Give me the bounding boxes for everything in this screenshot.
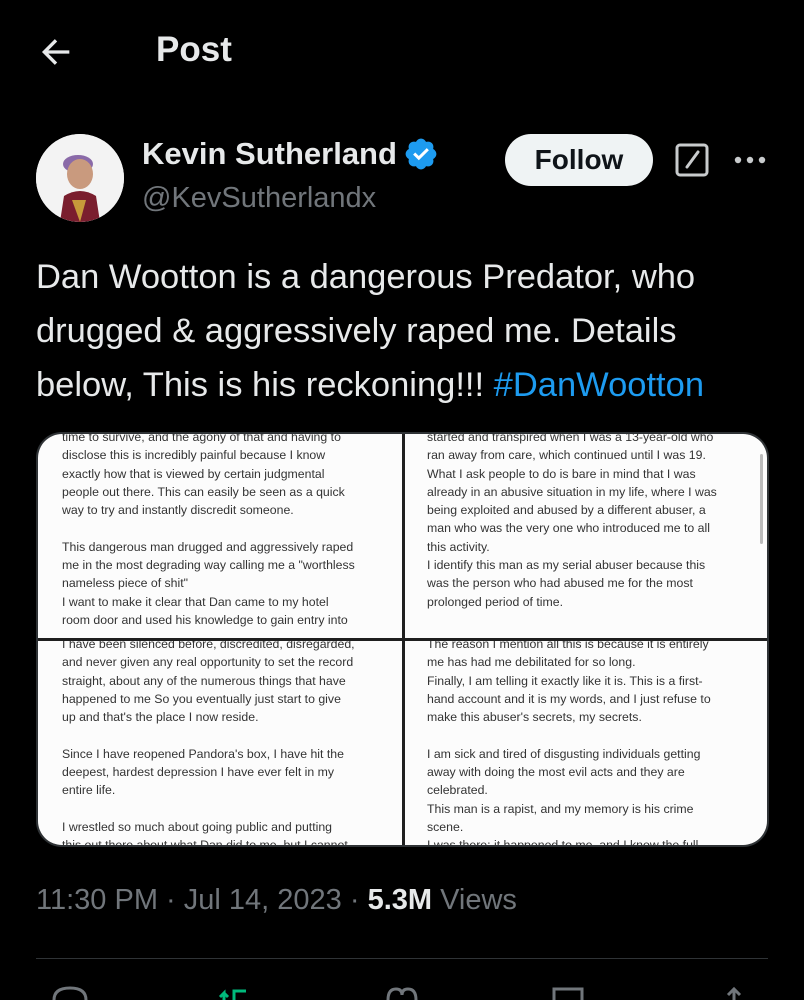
grok-icon[interactable] bbox=[674, 142, 710, 178]
views-count[interactable]: 5.3M bbox=[368, 884, 432, 916]
author-handle[interactable]: @KevSutherlandx bbox=[142, 182, 376, 215]
repost-icon[interactable] bbox=[216, 985, 256, 1000]
post-text: Dan Wootton is a dangerous Predator, who… bbox=[36, 250, 776, 412]
media-image-4[interactable]: The reason I mention all this is because… bbox=[405, 641, 767, 847]
avatar[interactable] bbox=[36, 134, 124, 222]
author-name-row: Kevin Sutherland bbox=[142, 136, 439, 172]
image-text: The reason I mention all this is because… bbox=[427, 641, 711, 847]
views-label[interactable]: Views bbox=[432, 884, 517, 916]
image-text: started and transpired when I was a 13-y… bbox=[427, 434, 717, 609]
post-meta: 11:30 PM · Jul 14, 2023 · 5.3M Views bbox=[36, 884, 517, 917]
divider bbox=[36, 958, 768, 959]
post-media[interactable]: time to survive, and the agony of that a… bbox=[36, 432, 769, 847]
more-horizontal-icon[interactable] bbox=[732, 148, 768, 172]
reply-icon[interactable] bbox=[50, 985, 90, 1000]
avatar-image bbox=[36, 134, 124, 222]
meta-separator: · bbox=[157, 884, 184, 916]
post-time[interactable]: 11:30 PM bbox=[36, 884, 158, 916]
author-name[interactable]: Kevin Sutherland bbox=[142, 136, 397, 172]
image-text: I have been silenced before, discredited… bbox=[62, 641, 355, 847]
image-scrollbar bbox=[760, 454, 763, 544]
like-icon[interactable] bbox=[382, 985, 422, 1000]
bookmark-icon[interactable] bbox=[548, 985, 588, 1000]
action-bar bbox=[0, 985, 804, 1000]
media-image-1[interactable]: time to survive, and the agony of that a… bbox=[38, 434, 402, 638]
hashtag-link[interactable]: #DanWootton bbox=[494, 366, 704, 404]
media-image-3[interactable]: I have been silenced before, discredited… bbox=[38, 641, 402, 847]
page-title: Post bbox=[156, 30, 232, 69]
post-author: Kevin Sutherland @KevSutherlandx Follow bbox=[36, 132, 776, 222]
image-text: time to survive, and the agony of that a… bbox=[62, 434, 355, 627]
follow-button[interactable]: Follow bbox=[505, 134, 653, 186]
meta-separator: · bbox=[341, 884, 368, 916]
verified-badge-icon bbox=[405, 138, 437, 170]
top-bar: Post bbox=[0, 0, 804, 100]
media-image-2[interactable]: started and transpired when I was a 13-y… bbox=[405, 434, 767, 638]
post-date[interactable]: Jul 14, 2023 bbox=[184, 884, 342, 916]
share-icon[interactable] bbox=[714, 985, 754, 1000]
arrow-left-icon[interactable] bbox=[36, 32, 76, 72]
